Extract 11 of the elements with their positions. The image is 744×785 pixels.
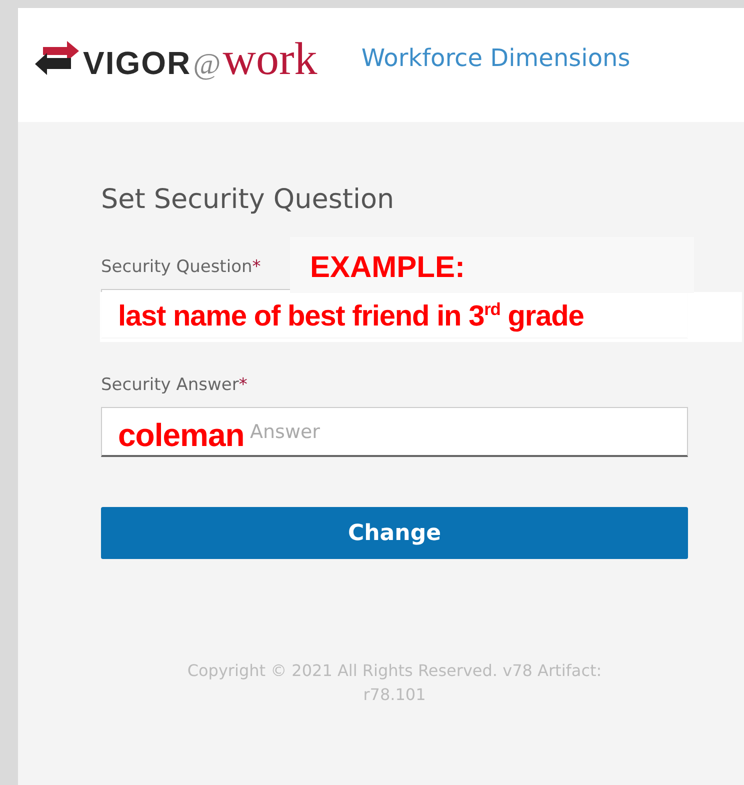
arrows-icon (35, 41, 79, 75)
annotation-heading-tooltip: EXAMPLE: (290, 237, 694, 293)
form-title: Set Security Question (101, 184, 396, 215)
copyright-text: Copyright © 2021 All Rights Reserved. v78 Artifact: r78.101 (186, 660, 603, 706)
annotation-tooltip: last name of best friend in 3$^{rd}$ grade (100, 292, 742, 342)
logo-text: VIGOR@work (83, 32, 318, 84)
field-label: Security Question* (101, 257, 261, 277)
field-label: Security Answer* (101, 375, 248, 395)
annotation-text: coleman (118, 416, 244, 455)
change-button[interactable]: Change (101, 507, 688, 559)
product-name: Workforce Dimensions (361, 44, 630, 72)
